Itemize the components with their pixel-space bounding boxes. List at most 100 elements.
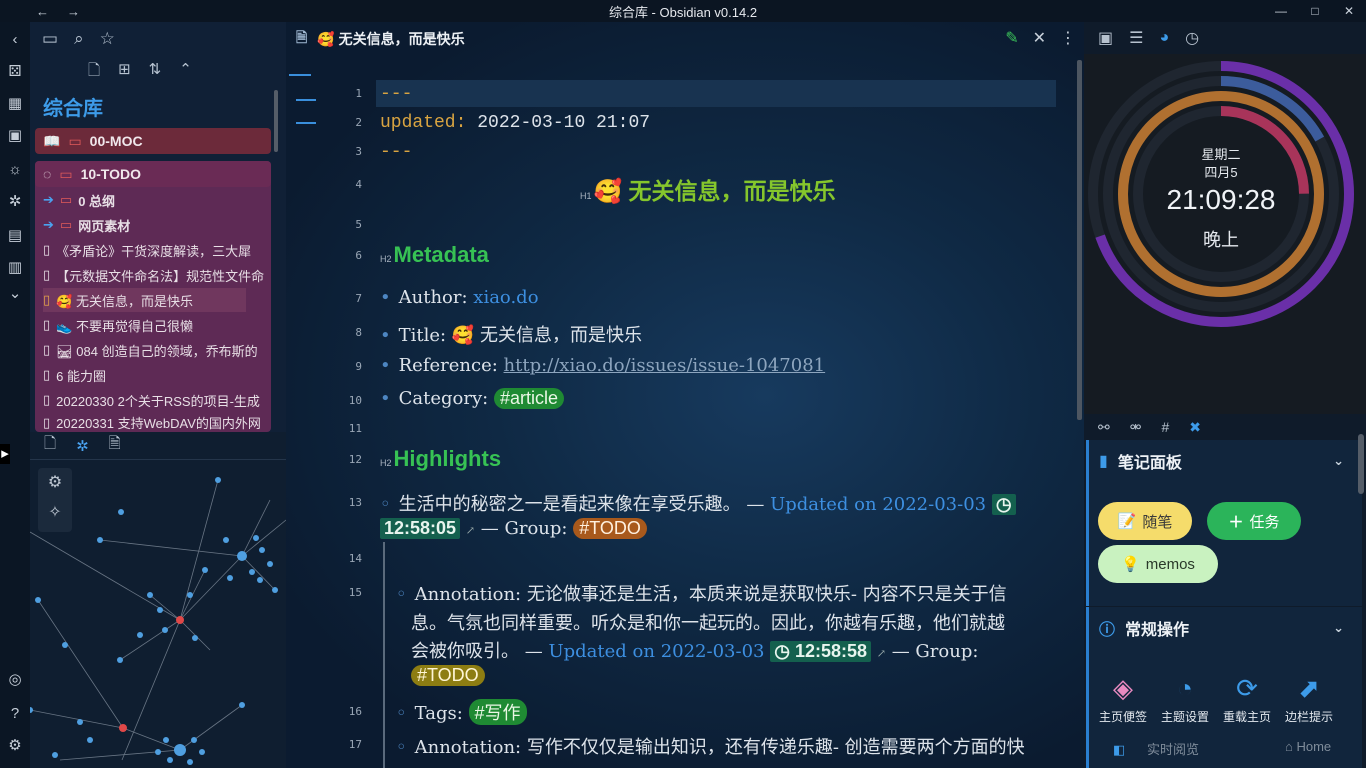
folder-10-todo[interactable]: ◌ ▭ 10-TODO [35,161,271,187]
editor-pane[interactable]: 🗎 🥰 无关信息，而是快乐 ✎ ✕ ⋮ 1 2 3 4 5 6 7 8 9 10… [286,22,1084,768]
calendar-check-icon[interactable]: ▣ [1098,28,1113,48]
search-icon[interactable]: ⌕ [74,29,84,49]
home-note-button[interactable]: ◈ 主页便签 [1093,673,1153,725]
graph-icon[interactable]: ✲ [5,192,25,212]
list-item[interactable]: ▯ 《矛盾论》干货深度解读，三大犀 [43,238,273,262]
sidebar-hint-button[interactable]: ⬈ 边栏提示 [1279,673,1339,725]
minimize-button[interactable]: — [1264,0,1298,22]
chevron-down-icon[interactable]: ⌄ [1333,620,1344,636]
scrollbar[interactable] [274,90,278,152]
tag-writing[interactable]: #写作 [468,699,527,725]
unlink-icon[interactable]: ⚮ [1130,419,1142,436]
expand-icon[interactable]: ▸ [0,444,10,464]
maximize-button[interactable]: □ [1298,0,1332,22]
theme-settings-button[interactable]: ◔ 主题设置 [1155,673,1215,725]
close-icon[interactable]: ✕ [1033,28,1046,48]
doc-tab-icon[interactable]: 🗎 [109,433,121,458]
slides-icon[interactable]: ▣ [5,126,25,146]
new-note-icon[interactable]: 🗋 [88,60,100,85]
line-number: 17 [348,738,362,751]
magic-wand-icon[interactable]: ✧ [38,502,72,522]
file-tab-icon[interactable]: 🗋 [44,433,56,458]
tag-article[interactable]: #article [493,388,564,409]
clock-date: 四月5 [1204,165,1238,180]
graph-tab-icon[interactable]: ✲ [76,437,89,455]
item-label: 🛤 084 创造自己的领域，乔布斯的 [56,343,258,359]
annotation-text: Annotation: 无论做事还是生活，本质来说是获取快乐- 内容不只是关于信 [414,584,1007,605]
list-item[interactable]: ▯ 🛤 084 创造自己的领域，乔布斯的 [43,338,273,362]
tag-todo[interactable]: #TODO [573,518,647,539]
annotation-text: Annotation: 写作不仅仅是输出知识，还有传递乐趣- 创造需要两个方面的… [414,737,1025,758]
annotation-tag: #TODO [411,665,485,686]
help-icon[interactable]: ? [5,704,25,724]
list-item[interactable]: ▯ 20220331 支持WebDAV的国内外网 [43,413,273,432]
file-icon: ▯ [43,392,51,407]
collapse-icon[interactable]: ‹ [5,30,25,50]
scrollbar[interactable] [1077,60,1082,420]
list-item[interactable]: ▯ 20220330 2个关于RSS的项目-生成 [43,388,273,412]
history-icon[interactable]: ◷ [1185,28,1199,48]
more-options-icon[interactable]: ⋮ [1060,28,1076,48]
bulb-icon[interactable]: ☼ [5,160,25,180]
home-button[interactable]: ⌂ Home [1285,739,1331,754]
star-icon[interactable]: ☆ [100,29,115,49]
list-icon[interactable]: ☰ [1129,28,1143,48]
file-icon: ▯ [43,342,51,357]
collapse-all-icon[interactable]: ⌃ [179,60,192,85]
title-value: 🥰 无关信息，而是快乐 [451,325,642,346]
list-item[interactable]: ➔ ▭ 0 总纲 [43,188,273,212]
list-item-active[interactable]: ▯ 🥰 无关信息，而是快乐 [43,288,246,312]
folder-icon[interactable]: ▭ [42,29,58,49]
new-folder-icon[interactable]: ⊞ [118,60,131,85]
list-item[interactable]: ▯ 👟 不要再觉得自己很懒 [43,313,273,337]
list-item[interactable]: ➔ ▭ 网页素材 [43,213,273,237]
document-icon: 🗎 [296,29,308,45]
highlight-item: ◦ 生活中的秘密之一是看起来像在享受乐趣。 — Updated on 2022-0… [380,490,1016,516]
list-item[interactable]: ▯ 【元数据文件命名法】规范性文件命 [43,263,273,287]
settings-icon[interactable]: ⚙ [5,736,25,756]
folder-00-moc[interactable]: 📖 ▭ 00-MOC [35,128,271,154]
reference-link[interactable]: http://xiao.do/issues/issue-1047081 [504,355,826,376]
edit-icon[interactable]: ✎ [1005,28,1018,48]
clock-weekday: 星期二 [1201,147,1241,162]
clock-tab-icon[interactable]: ◕ [1159,29,1169,47]
annotation-cont: 息。气氛也同样重要。听众是和你一起玩的。因此，你越有乐趣，他们就越 [411,613,1005,634]
author-link[interactable]: xiao.do [473,287,538,308]
note-panel: ▮ 笔记面板 ⌄ 📝 随笔 ＋ 任务 💡 memos [1086,440,1362,606]
folder-icon: ▭ [68,132,82,149]
notebook-icon: ▮ [1099,453,1108,470]
vault-icon[interactable]: ◎ [5,670,25,690]
calendar-icon[interactable]: ▥ [5,258,25,278]
chevron-down-icon[interactable]: ⌄ [1333,453,1344,469]
reload-home-button[interactable]: ⟳ 重载主页 [1217,673,1277,725]
random-note-icon[interactable]: ⚄ [5,62,25,82]
tag-todo[interactable]: #TODO [411,665,485,686]
sort-icon[interactable]: ⇅ [149,60,162,85]
scrollbar[interactable] [1358,434,1364,494]
link-icon[interactable]: ⚯ [1098,419,1110,436]
list-item[interactable]: ▯ 6 能力圈 [43,363,273,387]
essay-button[interactable]: 📝 随笔 [1098,502,1192,540]
external-link-icon[interactable]: ↗ [466,524,475,537]
task-button[interactable]: ＋ 任务 [1207,502,1301,540]
live-preview-button[interactable]: ◧ 实时阅览 [1113,739,1199,758]
right-sidebar: ▣ ☰ ◕ ◷ 星期二 四月5 21:09:28 晚上 ⚯ ⚮ # ✖ ▮ 笔记… [1084,22,1366,768]
line-number: 9 [355,360,362,373]
memos-button[interactable]: 💡 memos [1098,545,1218,583]
ops-panel: ⓘ 常规操作 ⌄ ◈ 主页便签 ◔ 主题设置 ⟳ 重载主页 ⬈ 边栏提示 ◧ 实时阅览 … [1086,607,1362,768]
line-number: 13 [348,496,362,509]
gear-icon[interactable]: ⚙ [38,472,72,492]
updated-link[interactable]: Updated on 2022-03-03 [548,641,764,662]
hash-icon[interactable]: # [1161,419,1169,435]
updated-link[interactable]: Updated on 2022-03-03 [770,494,986,515]
close-window-button[interactable]: ✕ [1332,0,1366,22]
cards-icon[interactable]: ▤ [5,226,25,246]
tools-icon[interactable]: ✖ [1189,419,1201,436]
chevron-down-icon[interactable]: ⌄ [5,284,25,304]
heading-marker: H2 [380,254,392,264]
external-link-icon[interactable]: ↗ [877,647,886,660]
chat-icon: ◌ [43,166,52,182]
list-item: • Title: 🥰 无关信息，而是快乐 [380,325,642,346]
table-icon[interactable]: ▦ [5,94,25,114]
graph-view[interactable]: 🗋 ✲ 🗎 ⚙ ✧ [30,432,286,768]
